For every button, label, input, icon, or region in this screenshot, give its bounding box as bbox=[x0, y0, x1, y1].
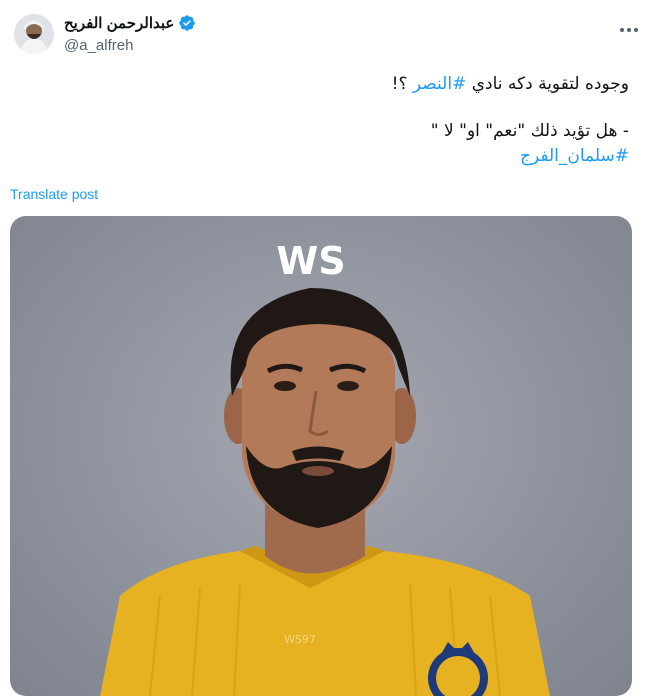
tweet-line-1: وجوده لتقوية دكه نادي #النصر ؟! bbox=[29, 72, 629, 97]
author-handle[interactable]: @a_alfreh bbox=[64, 37, 133, 54]
tweet-media-photo[interactable]: WS WS97 bbox=[10, 216, 632, 696]
hashtag-link[interactable]: #النصر bbox=[413, 74, 466, 94]
tweet-text-segment: ؟! bbox=[391, 74, 413, 94]
hashtag-link[interactable]: #سلمان_الفرج bbox=[29, 144, 629, 169]
watermark-text: WS bbox=[276, 239, 345, 283]
translate-post-link[interactable]: Translate post bbox=[10, 186, 98, 202]
author-display-name[interactable]: عبدالرحمن الفريح bbox=[64, 14, 174, 32]
verified-badge-icon bbox=[178, 14, 196, 32]
author-name-row[interactable]: عبدالرحمن الفريح bbox=[64, 14, 196, 32]
watermark-logo: WS bbox=[276, 239, 345, 283]
tweet-header: عبدالرحمن الفريح @a_alfreh bbox=[14, 8, 645, 58]
more-options-icon[interactable] bbox=[617, 18, 641, 42]
tweet-line-2: - هل تؤيد ذلك "نعم" او" لا " bbox=[430, 121, 629, 141]
tweet-text: وجوده لتقوية دكه نادي #النصر ؟! - هل تؤي… bbox=[29, 72, 629, 169]
shirt-mark-text: WS97 bbox=[284, 633, 316, 646]
avatar[interactable] bbox=[14, 14, 54, 54]
tweet-text-segment: وجوده لتقوية دكه نادي bbox=[466, 74, 629, 94]
